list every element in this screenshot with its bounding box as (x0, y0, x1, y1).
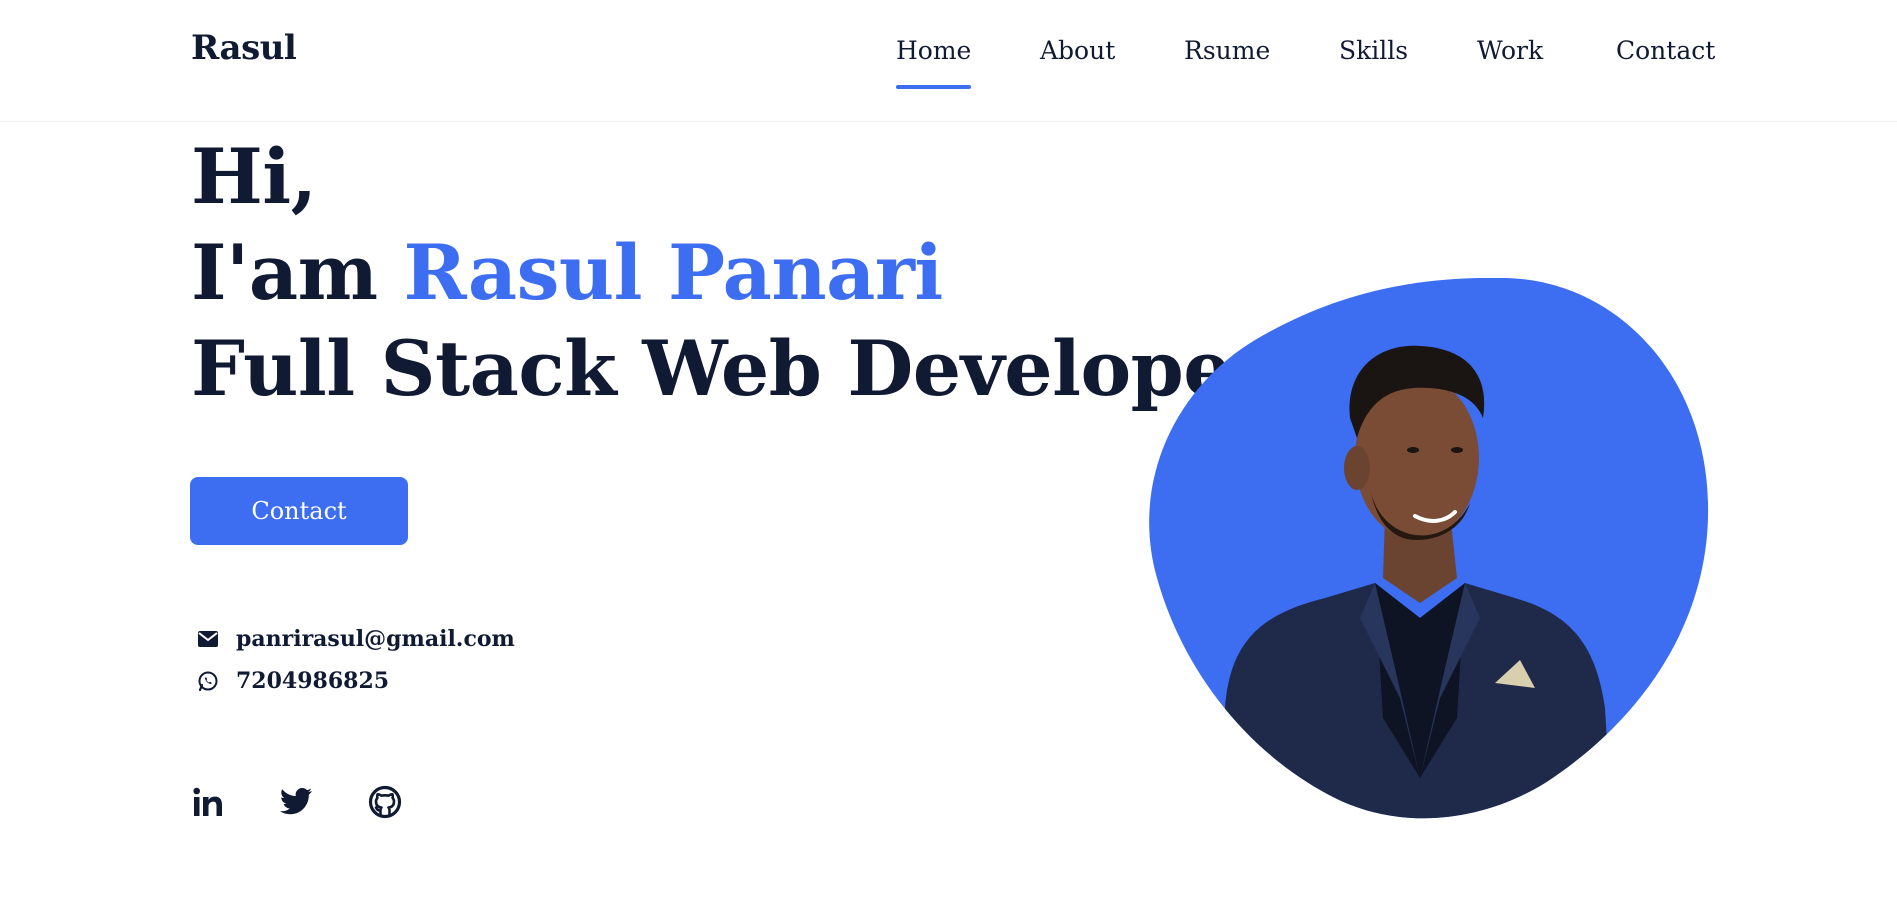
page: Rasul Home About Rsume Skills Work Conta… (0, 0, 1897, 905)
hero-intro: I'am Rasul Panari (191, 228, 943, 317)
hero-greeting: Hi, (191, 132, 317, 221)
nav-home[interactable]: Home (896, 36, 972, 89)
whatsapp-icon (196, 669, 220, 693)
nav-about[interactable]: About (1040, 36, 1115, 65)
nav-skills[interactable]: Skills (1339, 36, 1408, 65)
mail-icon (196, 627, 220, 651)
phone-text[interactable]: 7204986825 (236, 668, 389, 694)
linkedin-icon[interactable] (188, 782, 228, 822)
hero-intro-prefix: I'am (191, 228, 378, 317)
github-icon[interactable] (365, 782, 405, 822)
hero-name: Rasul Panari (403, 228, 943, 317)
email-text[interactable]: panrirasul@gmail.com (236, 626, 515, 652)
email-row: panrirasul@gmail.com (196, 626, 515, 652)
profile-photo (1149, 278, 1709, 819)
nav-contact[interactable]: Contact (1616, 36, 1715, 65)
main-nav: Home About Rsume Skills Work Contact (0, 36, 1897, 96)
twitter-icon[interactable] (276, 782, 316, 822)
nav-work[interactable]: Work (1477, 36, 1543, 65)
site-header: Rasul Home About Rsume Skills Work Conta… (0, 0, 1897, 122)
nav-resume[interactable]: Rsume (1184, 36, 1270, 65)
hero-role: Full Stack Web Developer (191, 324, 1271, 413)
contact-button[interactable]: Contact (190, 477, 408, 545)
phone-row: 7204986825 (196, 668, 389, 694)
